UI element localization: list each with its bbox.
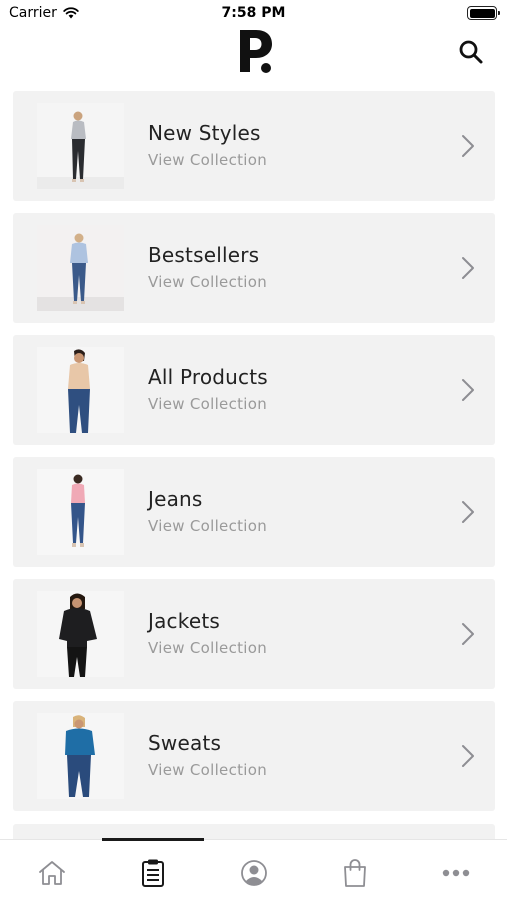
collection-title: New Styles — [148, 121, 261, 145]
collection-card-new-styles[interactable]: New Styles View Collection — [13, 91, 495, 201]
collection-subtitle: View Collection — [148, 639, 268, 657]
status-bar: Carrier 7:58 PM — [0, 0, 507, 26]
collection-card-bestsellers[interactable]: Bestsellers View Collection — [13, 213, 495, 323]
collection-thumbnail — [37, 713, 124, 799]
more-icon — [442, 869, 470, 877]
chevron-right-icon — [462, 257, 474, 279]
brand-logo-icon[interactable] — [236, 28, 276, 74]
battery-icon — [467, 6, 500, 20]
home-icon — [39, 861, 65, 885]
profile-icon — [241, 860, 267, 886]
tab-profile[interactable] — [237, 856, 271, 890]
tab-bag[interactable] — [338, 856, 372, 890]
status-time: 7:58 PM — [221, 5, 286, 21]
collection-thumbnail — [37, 591, 124, 677]
collection-title: Jeans — [148, 487, 203, 511]
collection-card-jeans[interactable]: Jeans View Collection — [13, 457, 495, 567]
collection-title: Bestsellers — [148, 243, 260, 267]
collection-card-jackets[interactable]: Jackets View Collection — [13, 579, 495, 689]
collection-title: All Products — [148, 365, 268, 389]
tab-home[interactable] — [35, 856, 69, 890]
model-photo-image — [37, 225, 124, 311]
clipboard-icon — [142, 859, 164, 887]
chevron-right-icon — [462, 501, 474, 523]
collection-thumbnail — [37, 225, 124, 311]
chevron-right-icon — [462, 135, 474, 157]
collection-thumbnail — [37, 347, 124, 433]
model-photo-image — [37, 347, 124, 433]
collection-thumbnail — [37, 103, 124, 189]
collection-thumbnail — [37, 469, 124, 555]
model-photo-image — [37, 469, 124, 555]
chevron-right-icon — [462, 379, 474, 401]
tab-bar — [0, 838, 507, 900]
chevron-right-icon — [462, 745, 474, 767]
search-icon[interactable] — [457, 38, 485, 66]
collection-title: Sweats — [148, 731, 222, 755]
collection-subtitle: View Collection — [148, 517, 268, 535]
chevron-right-icon — [462, 623, 474, 645]
collection-subtitle: View Collection — [148, 273, 268, 291]
model-photo-image — [37, 713, 124, 799]
collection-subtitle: View Collection — [148, 151, 268, 169]
active-tab-indicator — [102, 838, 204, 841]
collection-card-all-products[interactable]: All Products View Collection — [13, 335, 495, 445]
model-photo-image — [37, 103, 124, 189]
tab-collections[interactable] — [136, 856, 170, 890]
collection-card-sweats[interactable]: Sweats View Collection — [13, 701, 495, 811]
shopping-bag-icon — [344, 859, 366, 887]
nav-bar — [0, 26, 507, 78]
collection-list: New Styles View Collection Bestsellers V… — [13, 91, 495, 823]
tab-more[interactable] — [439, 856, 473, 890]
collection-subtitle: View Collection — [148, 761, 268, 779]
collection-subtitle: View Collection — [148, 395, 268, 413]
collection-title: Jackets — [148, 609, 220, 633]
model-photo-image — [37, 591, 124, 677]
